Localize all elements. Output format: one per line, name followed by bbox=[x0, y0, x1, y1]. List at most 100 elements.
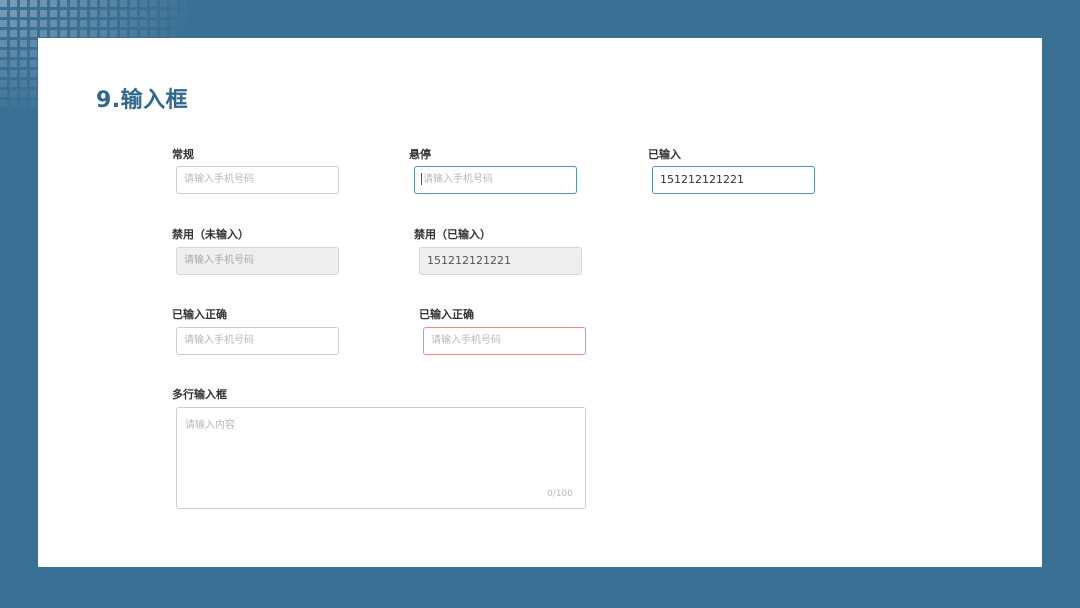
disabled-filled-label: 禁用（已输入） bbox=[414, 228, 491, 241]
mosaic-tile bbox=[120, 20, 127, 27]
mosaic-tile bbox=[10, 40, 17, 47]
page-title: 9.输入框 bbox=[96, 88, 189, 113]
mosaic-tile bbox=[130, 30, 137, 37]
hover-input-placeholder: 请输入手机号码 bbox=[423, 174, 493, 185]
mosaic-tile bbox=[30, 80, 37, 87]
mosaic-tile bbox=[90, 10, 97, 17]
mosaic-tile bbox=[50, 30, 57, 37]
mosaic-tile bbox=[170, 10, 177, 17]
mosaic-tile bbox=[80, 20, 87, 27]
mosaic-tile bbox=[170, 30, 177, 37]
mosaic-tile bbox=[120, 30, 127, 37]
mosaic-tile bbox=[120, 10, 127, 17]
mosaic-tile bbox=[20, 80, 27, 87]
mosaic-tile bbox=[80, 10, 87, 17]
mosaic-tile bbox=[60, 0, 67, 7]
normal-label: 常规 bbox=[172, 148, 194, 161]
mosaic-tile bbox=[0, 20, 7, 27]
mosaic-tile bbox=[40, 30, 47, 37]
mosaic-tile bbox=[110, 0, 117, 7]
mosaic-tile bbox=[110, 30, 117, 37]
filled-input[interactable]: 151212121221 bbox=[652, 166, 815, 194]
mosaic-tile bbox=[10, 80, 17, 87]
mosaic-tile bbox=[150, 10, 157, 17]
mosaic-tile bbox=[30, 20, 37, 27]
char-counter: 0/100 bbox=[547, 489, 573, 499]
mosaic-tile bbox=[10, 10, 17, 17]
mosaic-tile bbox=[160, 0, 167, 7]
mosaic-tile bbox=[10, 90, 17, 97]
mosaic-tile bbox=[10, 50, 17, 57]
normal-input[interactable]: 请输入手机号码 bbox=[176, 166, 339, 194]
mosaic-tile bbox=[30, 100, 37, 107]
mosaic-tile bbox=[120, 0, 127, 7]
mosaic-tile bbox=[40, 10, 47, 17]
mosaic-tile bbox=[100, 20, 107, 27]
mosaic-tile bbox=[30, 40, 37, 47]
mosaic-tile bbox=[20, 50, 27, 57]
error-input[interactable]: 请输入手机号码 bbox=[423, 327, 586, 355]
mosaic-tile bbox=[150, 0, 157, 7]
filled-label: 已输入 bbox=[648, 148, 681, 161]
mosaic-tile bbox=[0, 60, 7, 67]
mosaic-tile bbox=[30, 60, 37, 67]
mosaic-tile bbox=[0, 40, 7, 47]
mosaic-tile bbox=[40, 20, 47, 27]
text-cursor bbox=[421, 173, 422, 185]
mosaic-tile bbox=[0, 100, 7, 107]
disabled-empty-input: 请输入手机号码 bbox=[176, 247, 339, 275]
multiline-placeholder: 请输入内容 bbox=[185, 420, 235, 431]
mosaic-tile bbox=[30, 50, 37, 57]
mosaic-tile bbox=[20, 10, 27, 17]
correct-input-placeholder: 请输入手机号码 bbox=[184, 335, 254, 346]
mosaic-tile bbox=[0, 70, 7, 77]
disabled-filled-input: 151212121221 bbox=[419, 247, 582, 275]
mosaic-tile bbox=[30, 90, 37, 97]
mosaic-tile bbox=[130, 10, 137, 17]
mosaic-tile bbox=[20, 100, 27, 107]
mosaic-tile bbox=[60, 20, 67, 27]
mosaic-tile bbox=[30, 0, 37, 7]
mosaic-tile bbox=[20, 30, 27, 37]
filled-input-value: 151212121221 bbox=[660, 173, 744, 186]
error-label: 已输入正确 bbox=[419, 308, 474, 321]
mosaic-tile bbox=[70, 30, 77, 37]
hover-input[interactable]: 请输入手机号码 bbox=[414, 166, 577, 194]
mosaic-tile bbox=[0, 50, 7, 57]
correct-input[interactable]: 请输入手机号码 bbox=[176, 327, 339, 355]
mosaic-tile bbox=[170, 0, 177, 7]
mosaic-tile bbox=[30, 10, 37, 17]
mosaic-tile bbox=[90, 30, 97, 37]
disabled-filled-value: 151212121221 bbox=[427, 254, 511, 267]
multiline-textarea[interactable]: 请输入内容 0/100 bbox=[176, 407, 586, 509]
mosaic-tile bbox=[110, 20, 117, 27]
mosaic-tile bbox=[30, 30, 37, 37]
mosaic-tile bbox=[0, 90, 7, 97]
mosaic-tile bbox=[10, 100, 17, 107]
mosaic-tile bbox=[110, 10, 117, 17]
mosaic-tile bbox=[100, 0, 107, 7]
mosaic-tile bbox=[60, 10, 67, 17]
mosaic-tile bbox=[50, 20, 57, 27]
mosaic-tile bbox=[70, 10, 77, 17]
mosaic-tile bbox=[50, 0, 57, 7]
mosaic-tile bbox=[0, 30, 7, 37]
disabled-empty-label: 禁用（未输入） bbox=[172, 228, 249, 241]
mosaic-tile bbox=[20, 90, 27, 97]
mosaic-tile bbox=[150, 30, 157, 37]
mosaic-tile bbox=[0, 0, 7, 7]
mosaic-tile bbox=[170, 20, 177, 27]
mosaic-tile bbox=[20, 0, 27, 7]
mosaic-tile bbox=[30, 70, 37, 77]
multiline-label: 多行输入框 bbox=[172, 388, 227, 401]
mosaic-tile bbox=[0, 80, 7, 87]
mosaic-tile bbox=[130, 0, 137, 7]
error-input-placeholder: 请输入手机号码 bbox=[431, 335, 501, 346]
disabled-empty-placeholder: 请输入手机号码 bbox=[184, 255, 254, 266]
mosaic-tile bbox=[70, 0, 77, 7]
mosaic-tile bbox=[160, 20, 167, 27]
mosaic-tile bbox=[140, 20, 147, 27]
mosaic-tile bbox=[180, 0, 187, 7]
normal-input-placeholder: 请输入手机号码 bbox=[184, 174, 254, 185]
mosaic-tile bbox=[140, 30, 147, 37]
